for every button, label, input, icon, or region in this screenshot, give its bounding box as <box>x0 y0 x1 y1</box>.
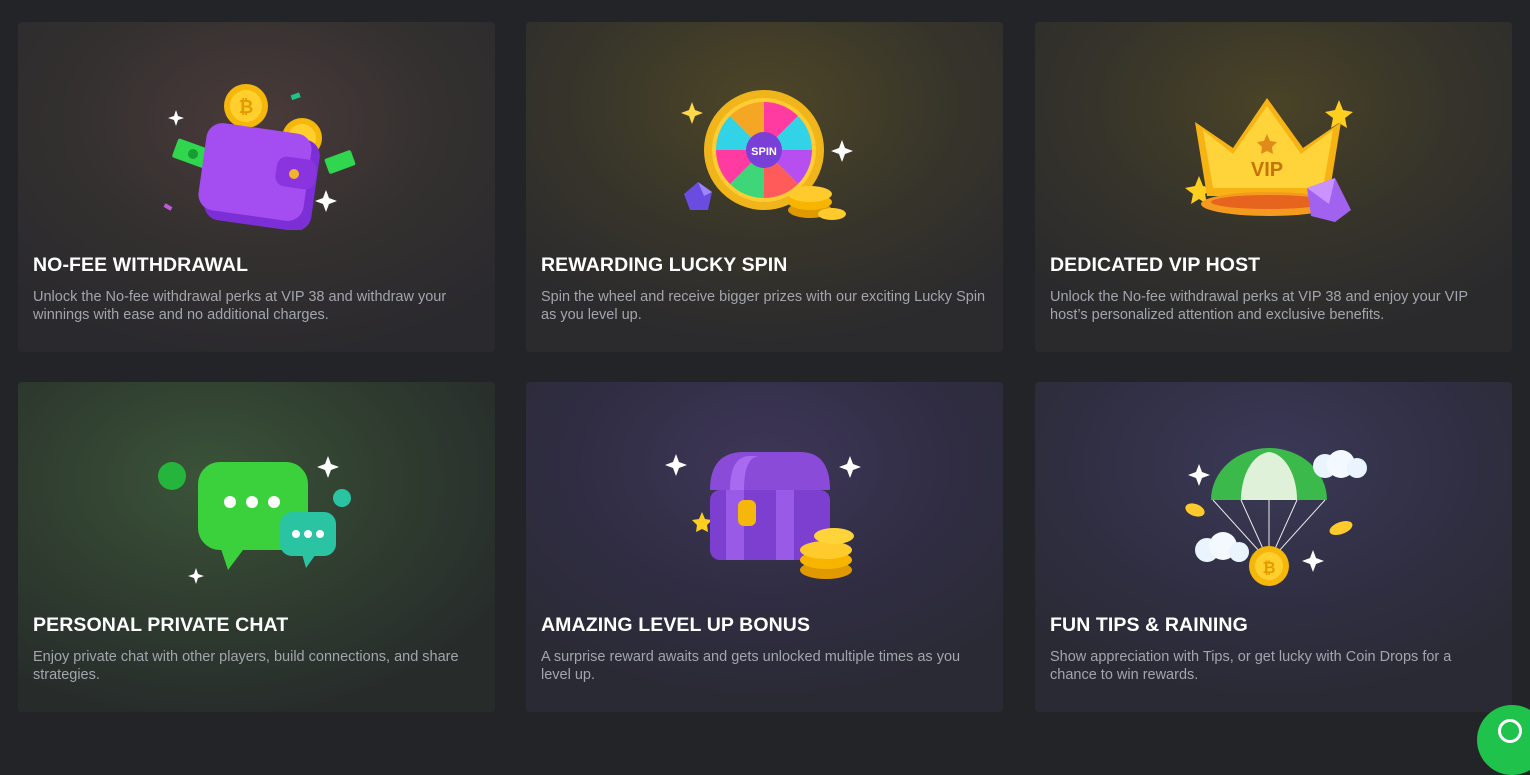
feature-description: Spin the wheel and receive bigger prizes… <box>541 289 986 323</box>
live-chat-button[interactable] <box>1477 705 1530 775</box>
feature-card-lucky-spin: SPIN REWARDING LUCKY SPIN Spin the wheel… <box>526 22 1003 352</box>
feature-title: AMAZING LEVEL UP BONUS <box>541 614 811 636</box>
feature-title: FUN TIPS & RAINING <box>1050 614 1248 636</box>
feature-description: Unlock the No-fee withdrawal perks at VI… <box>33 289 447 323</box>
vip-crown-icon: VIP <box>1185 98 1353 222</box>
feature-card-tips-raining: ₿ FUN TIPS & RAINING Show appreciation w… <box>1035 382 1512 712</box>
live-chat-icon <box>1498 719 1522 743</box>
feature-title: REWARDING LUCKY SPIN <box>541 254 788 276</box>
svg-text:₿: ₿ <box>239 97 254 117</box>
feature-description: Enjoy private chat with other players, b… <box>33 649 459 683</box>
feature-card-level-up-bonus: AMAZING LEVEL UP BONUS A surprise reward… <box>526 382 1003 712</box>
feature-description: Show appreciation with Tips, or get luck… <box>1050 649 1452 683</box>
feature-description: Unlock the No-fee withdrawal perks at VI… <box>1050 289 1468 323</box>
treasure-chest-icon <box>665 452 861 579</box>
lucky-wheel-icon: SPIN <box>681 90 853 220</box>
feature-title: NO-FEE WITHDRAWAL <box>33 254 249 276</box>
feature-title: PERSONAL PRIVATE CHAT <box>33 614 289 636</box>
svg-text:₿: ₿ <box>1262 559 1275 577</box>
wallet-icon: ₿ <box>163 84 356 230</box>
svg-text:VIP: VIP <box>1251 159 1283 181</box>
parachute-coin-icon: ₿ <box>1185 448 1367 586</box>
chat-bubbles-icon <box>158 456 351 584</box>
feature-card-vip-host: VIP DEDICATED VIP HOST Unlock the No-fee… <box>1035 22 1512 352</box>
svg-text:SPIN: SPIN <box>751 146 777 158</box>
feature-card-no-fee-withdrawal: ₿ NO-FEE WITHDRAWAL Unlock the No-fee wi… <box>18 22 495 352</box>
feature-title: DEDICATED VIP HOST <box>1050 254 1261 276</box>
feature-card-private-chat: PERSONAL PRIVATE CHAT Enjoy private chat… <box>18 382 495 712</box>
feature-description: A surprise reward awaits and gets unlock… <box>541 649 961 683</box>
